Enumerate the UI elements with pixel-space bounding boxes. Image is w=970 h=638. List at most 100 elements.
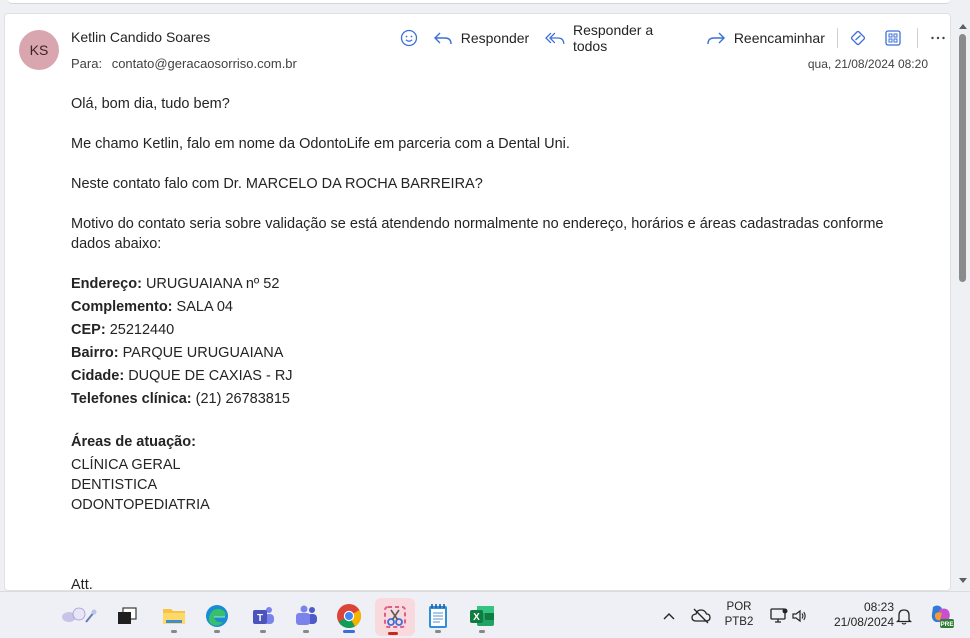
- reply-label: Responder: [460, 30, 530, 46]
- running-indicator: [260, 630, 266, 633]
- clock-date: 21/08/2024: [833, 615, 894, 629]
- network-volume-button[interactable]: [764, 598, 812, 634]
- running-indicator: [479, 630, 485, 633]
- smiley-icon: [400, 29, 418, 47]
- notepad-icon: [429, 604, 447, 628]
- windows-taskbar: T X POR PTB2 08:23 21/08/2024 PRE: [0, 591, 970, 638]
- volume-icon: [792, 609, 806, 623]
- svg-text:T: T: [257, 613, 263, 624]
- network-icon: [770, 608, 788, 623]
- snipping-tool-icon: [384, 606, 406, 628]
- area-item: CLÍNICA GERAL: [71, 457, 181, 473]
- sender-name[interactable]: Ketlin Candido Soares: [71, 29, 210, 45]
- vertical-scrollbar[interactable]: [956, 12, 970, 591]
- sensitivity-button[interactable]: [846, 26, 870, 50]
- keyboard-layout: PTB2: [724, 616, 754, 628]
- detail-label: Cidade:: [71, 368, 125, 384]
- edge-button[interactable]: [199, 598, 235, 634]
- detail-district: Bairro: PARQUE URUGUAIANA: [71, 345, 283, 361]
- recipient-address[interactable]: contato@geracaosorriso.com.br: [112, 56, 297, 71]
- running-indicator: [343, 630, 355, 633]
- running-indicator: [303, 630, 309, 633]
- task-view-button[interactable]: [109, 598, 145, 634]
- svg-text:X: X: [473, 612, 480, 623]
- area-item: DENTISTICA: [71, 477, 158, 493]
- clock-time: 08:23: [863, 600, 894, 614]
- task-view-icon: [118, 607, 137, 624]
- snipping-tool-button[interactable]: [375, 598, 415, 636]
- signoff-line: Att.: [71, 577, 93, 591]
- input-language-indicator[interactable]: POR PTB2: [720, 600, 758, 630]
- scroll-down-arrow-icon[interactable]: [959, 578, 967, 583]
- diamond-tag-icon: [850, 30, 865, 46]
- widgets-icon: [62, 607, 97, 623]
- copilot-icon: PRE: [931, 605, 954, 628]
- detail-label: CEP:: [71, 322, 106, 338]
- bell-icon: [896, 609, 912, 625]
- emoji-reaction-button[interactable]: [397, 26, 421, 50]
- apps-button[interactable]: [882, 26, 906, 50]
- edge-icon: [206, 605, 228, 627]
- file-explorer-button[interactable]: [156, 598, 192, 634]
- notepad-button[interactable]: [420, 598, 456, 634]
- cloud-offline-icon: [691, 608, 711, 624]
- reply-button[interactable]: Responder: [433, 26, 530, 50]
- motive-paragraph: Motivo do contato seria sobre validação …: [71, 216, 884, 252]
- forward-button[interactable]: Reencaminhar: [706, 26, 825, 50]
- scroll-thumb[interactable]: [959, 34, 966, 282]
- show-hidden-icons-button[interactable]: [656, 598, 682, 634]
- reply-icon: [433, 32, 452, 45]
- excel-icon: X: [470, 606, 494, 626]
- chrome-button[interactable]: [331, 598, 367, 634]
- detail-value: URUGUAIANA nº 52: [145, 276, 280, 292]
- widgets-button[interactable]: [56, 598, 102, 634]
- email-reading-pane: KS Ketlin Candido Soares Para: contato@g…: [4, 13, 951, 591]
- running-indicator: [435, 630, 441, 633]
- recipient-line: Para: contato@geracaosorriso.com.br: [71, 56, 297, 71]
- detail-label: Complemento:: [71, 299, 173, 315]
- excel-button[interactable]: X: [464, 598, 500, 634]
- detail-value: (21) 26783815: [195, 391, 290, 407]
- detail-phone: Telefones clínica: (21) 26783815: [71, 391, 290, 407]
- message-toolbar: Responder Responder a todos Reencaminhar: [397, 22, 950, 54]
- question-line: Neste contato falo com Dr. MARCELO DA RO…: [71, 176, 483, 192]
- detail-value: 25212440: [109, 322, 175, 338]
- more-actions-button[interactable]: [926, 26, 950, 50]
- onedrive-button[interactable]: [688, 598, 714, 634]
- toolbar-divider: [836, 28, 838, 48]
- clock[interactable]: 08:23 21/08/2024: [818, 600, 894, 630]
- running-indicator: [214, 630, 220, 633]
- scroll-up-arrow-icon[interactable]: [959, 24, 967, 29]
- detail-complement: Complemento: SALA 04: [71, 299, 233, 315]
- detail-value: DUQUE DE CAXIAS - RJ: [128, 368, 293, 384]
- copilot-button[interactable]: PRE: [924, 598, 958, 634]
- detail-value: PARQUE URUGUAIANA: [122, 345, 284, 361]
- detail-label: Telefones clínica:: [71, 391, 192, 407]
- toolbar-divider-2: [917, 28, 919, 48]
- detail-label: Bairro:: [71, 345, 119, 361]
- forward-icon: [707, 32, 725, 45]
- reply-all-label: Responder a todos: [572, 22, 654, 54]
- sent-date: qua, 21/08/2024 08:20: [807, 57, 928, 71]
- reply-all-button[interactable]: Responder a todos: [545, 22, 690, 54]
- avatar[interactable]: KS: [19, 30, 59, 70]
- chevron-up-icon: [663, 613, 675, 620]
- notifications-button[interactable]: [892, 598, 916, 634]
- teams-icon: T: [253, 607, 274, 624]
- area-item: ODONTOPEDIATRIA: [71, 497, 210, 513]
- teams-button[interactable]: T: [245, 598, 281, 634]
- teams-classic-button[interactable]: [288, 598, 324, 634]
- detail-city: Cidade: DUQUE DE CAXIAS - RJ: [71, 368, 293, 384]
- running-indicator: [171, 630, 177, 633]
- to-label: Para:: [71, 56, 103, 71]
- chrome-icon: [337, 604, 362, 629]
- previous-message-edge: [0, 0, 970, 12]
- more-icon: [931, 36, 945, 40]
- detail-label: Endereço:: [71, 276, 142, 292]
- reply-all-icon: [545, 32, 565, 44]
- greeting-line: Olá, bom dia, tudo bem?: [71, 96, 230, 112]
- detail-address: Endereço: URUGUAIANA nº 52: [71, 276, 279, 292]
- detail-value: SALA 04: [176, 299, 233, 315]
- teams-classic-icon: [296, 605, 317, 625]
- detail-cep: CEP: 25212440: [71, 322, 174, 338]
